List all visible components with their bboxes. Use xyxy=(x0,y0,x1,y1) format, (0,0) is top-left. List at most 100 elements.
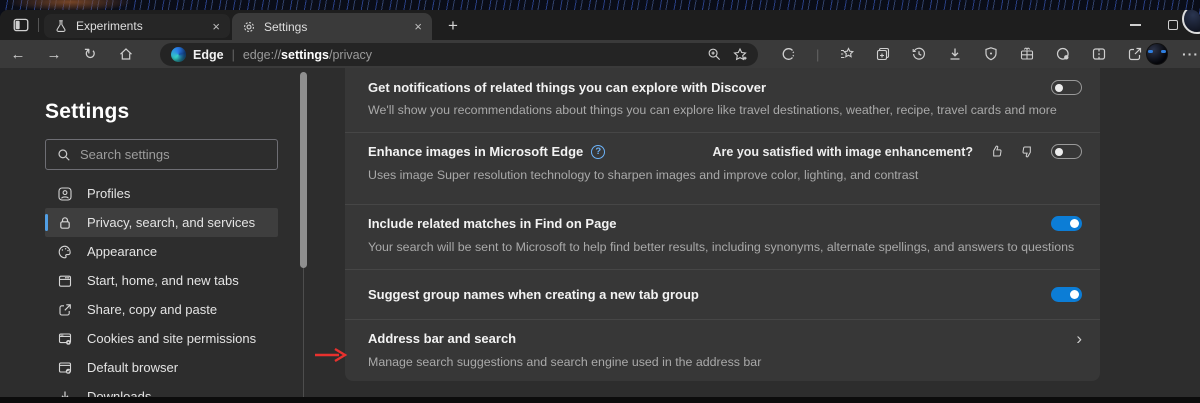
downloads-icon[interactable] xyxy=(947,46,963,62)
setting-description: Manage search suggestions and search eng… xyxy=(368,355,762,369)
setting-row-discover-notifications: Get notifications of related things you … xyxy=(345,68,1100,133)
apps-icon[interactable] xyxy=(1019,46,1035,62)
person-icon xyxy=(57,186,73,202)
sidebar-item-profiles[interactable]: Profiles xyxy=(45,179,278,208)
setting-row-enhance-images: Enhance images in Microsoft Edge ? Are y… xyxy=(345,133,1100,205)
discover-notifications-toggle[interactable] xyxy=(1051,80,1082,95)
sidebar-item-label: Start, home, and new tabs xyxy=(87,273,239,288)
share-icon[interactable] xyxy=(1127,46,1143,62)
browser-check-icon xyxy=(57,360,73,376)
sidebar-item-label: Profiles xyxy=(87,186,131,201)
find-on-page-toggle[interactable] xyxy=(1051,216,1082,231)
settings-card: Get notifications of related things you … xyxy=(345,68,1100,381)
web-capture-icon[interactable] xyxy=(1055,46,1071,62)
help-icon[interactable]: ? xyxy=(591,144,606,159)
back-button[interactable]: ← xyxy=(0,46,36,63)
beaker-icon xyxy=(54,19,68,33)
search-icon xyxy=(57,148,71,162)
toggle-knob xyxy=(1069,219,1079,228)
refresh-button[interactable]: ↻ xyxy=(72,45,108,63)
setting-title: Address bar and search xyxy=(368,331,517,346)
profile-avatar[interactable] xyxy=(1146,43,1168,65)
toggle-knob xyxy=(1055,147,1063,156)
setting-row-find-on-page: Include related matches in Find on Page … xyxy=(345,205,1100,270)
browser-essentials-icon[interactable] xyxy=(780,46,796,62)
sidebar-item-label: Privacy, search, and services xyxy=(87,215,256,230)
thumbs-up-icon[interactable] xyxy=(989,144,1004,159)
sidebar-item-label: Default browser xyxy=(87,360,179,375)
chevron-right-icon: › xyxy=(1076,329,1082,348)
add-favorite-icon[interactable] xyxy=(732,47,748,63)
toggle-knob xyxy=(1055,83,1063,92)
tab-label: Settings xyxy=(264,19,308,34)
toolbar-separator: | xyxy=(816,46,820,62)
page-title: Settings xyxy=(45,100,130,123)
url-path: /privacy xyxy=(328,47,373,62)
window-bottom-edge xyxy=(0,397,1200,403)
minimize-button[interactable] xyxy=(1116,10,1154,40)
thumbs-down-icon[interactable] xyxy=(1020,144,1035,159)
tab-label: Experiments xyxy=(76,19,143,33)
home-button[interactable] xyxy=(108,46,144,62)
setting-row-suggest-group-names: Suggest group names when creating a new … xyxy=(345,270,1100,320)
edge-logo-icon xyxy=(171,47,186,62)
zoom-icon[interactable] xyxy=(707,47,722,62)
tab-strip-separator xyxy=(38,18,39,32)
setting-description: We'll show you recommendations about thi… xyxy=(368,103,1057,117)
feedback-question: Are you satisfied with image enhancement… xyxy=(712,144,973,159)
sidebar-item-start-home[interactable]: Start, home, and new tabs xyxy=(45,266,278,295)
toolbar-icon-group: | xyxy=(780,40,1143,68)
shield-icon[interactable] xyxy=(983,46,999,62)
scrollbar-thumb[interactable] xyxy=(300,72,307,268)
window-tabs-icon xyxy=(57,273,73,289)
url-host: settings xyxy=(281,47,329,62)
close-tab-icon[interactable]: × xyxy=(212,19,220,34)
navigation-toolbar: ← → ↻ Edge | edge://settings/privacy | ·… xyxy=(0,40,1200,68)
new-tab-button[interactable]: + xyxy=(442,15,464,37)
site-permissions-icon xyxy=(57,331,73,347)
close-tab-icon[interactable]: × xyxy=(414,19,422,34)
site-brand-label: Edge xyxy=(193,47,224,62)
setting-description: Uses image Super resolution technology t… xyxy=(368,168,919,182)
history-icon[interactable] xyxy=(911,46,927,62)
setting-title: Get notifications of related things you … xyxy=(368,80,767,95)
sidebar-item-default-browser[interactable]: Default browser xyxy=(45,353,278,382)
setting-row-address-bar-search[interactable]: Address bar and search › Manage search s… xyxy=(345,320,1100,381)
sidebar-item-appearance[interactable]: Appearance xyxy=(45,237,278,266)
collections-icon[interactable] xyxy=(875,46,891,62)
setting-description: Your search will be sent to Microsoft to… xyxy=(368,240,1075,254)
setting-title: Enhance images in Microsoft Edge xyxy=(368,144,584,159)
address-bar[interactable]: Edge | edge://settings/privacy xyxy=(160,43,758,66)
tab-strip: Experiments × Settings × + xyxy=(0,10,1200,40)
setting-title: Suggest group names when creating a new … xyxy=(368,287,699,302)
enhance-images-toggle[interactable] xyxy=(1051,144,1082,159)
settings-page: Settings Search settings Profiles Privac… xyxy=(0,68,1200,403)
annotation-arrow xyxy=(315,347,348,363)
search-settings-input[interactable]: Search settings xyxy=(45,139,278,170)
settings-nav: Profiles Privacy, search, and services A… xyxy=(45,179,278,403)
url-scheme: edge:// xyxy=(242,47,282,62)
forward-button[interactable]: → xyxy=(36,46,72,63)
search-placeholder: Search settings xyxy=(80,147,170,162)
split-screen-icon[interactable] xyxy=(1091,46,1107,62)
workspaces-icon[interactable] xyxy=(12,16,30,34)
sidebar-item-privacy[interactable]: Privacy, search, and services xyxy=(45,208,278,237)
browser-window: Experiments × Settings × + ← → ↻ Edge | … xyxy=(0,10,1200,403)
maximize-icon xyxy=(1168,20,1178,30)
favorites-icon[interactable] xyxy=(839,46,855,62)
sidebar-item-label: Cookies and site permissions xyxy=(87,331,257,346)
setting-title: Include related matches in Find on Page xyxy=(368,216,617,231)
sidebar-item-cookies-permissions[interactable]: Cookies and site permissions xyxy=(45,324,278,353)
tab-experiments[interactable]: Experiments × xyxy=(44,14,230,38)
tab-settings[interactable]: Settings × xyxy=(232,13,432,40)
share-icon xyxy=(57,302,73,318)
sidebar-item-label: Appearance xyxy=(87,244,158,259)
more-menu-button[interactable]: ··· xyxy=(1182,40,1199,68)
minimize-icon xyxy=(1129,24,1141,26)
sidebar-item-share-copy-paste[interactable]: Share, copy and paste xyxy=(45,295,278,324)
palette-icon xyxy=(57,244,73,260)
gear-icon xyxy=(242,20,256,34)
sidebar-item-label: Share, copy and paste xyxy=(87,302,218,317)
lock-icon xyxy=(57,215,73,231)
suggest-group-names-toggle[interactable] xyxy=(1051,287,1082,302)
